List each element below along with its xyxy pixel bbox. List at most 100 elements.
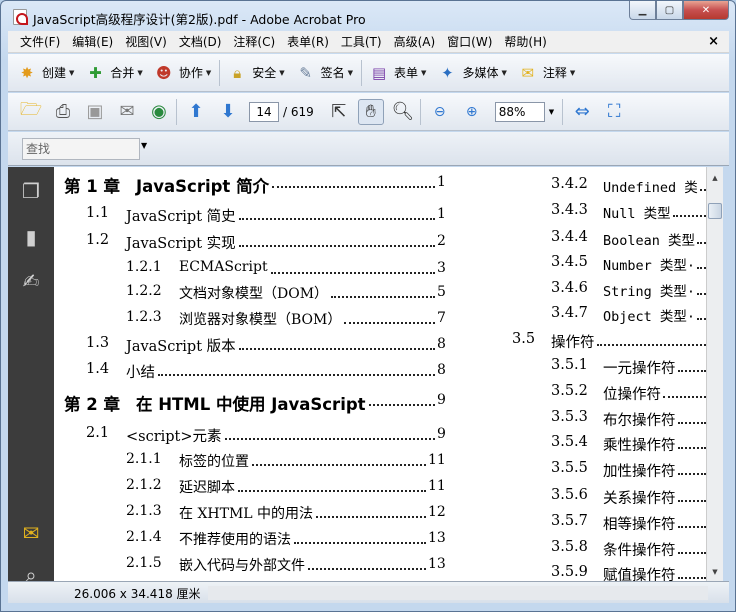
- toc-entry-number: 3.5.8: [551, 539, 588, 555]
- toc-entry-title[interactable]: 不推荐使用的语法: [179, 529, 291, 549]
- previous-page-icon[interactable]: ⬆: [183, 99, 209, 125]
- scroll-down-icon[interactable]: ▼: [707, 563, 723, 580]
- window-title: JavaScript高级程序设计(第2版).pdf - Adobe Acroba…: [33, 12, 366, 27]
- sign-button[interactable]: ✎ 签名 ▼: [295, 62, 353, 84]
- zoom-in-icon[interactable]: ⊕: [459, 99, 485, 125]
- toc-entry-title[interactable]: 相等操作符: [603, 513, 676, 534]
- horizontal-scrollbar[interactable]: [208, 586, 708, 600]
- toc-entry-title[interactable]: 赋值操作符: [603, 564, 676, 581]
- menu-view[interactable]: 视图(V): [119, 33, 173, 50]
- share-globe-icon[interactable]: ◉: [146, 99, 172, 125]
- toc-entry-title[interactable]: 文档对象模型（DOM）: [179, 283, 328, 303]
- toc-entry-title[interactable]: 小结: [126, 361, 155, 382]
- zoom-dropdown-icon[interactable]: ▼: [549, 108, 554, 116]
- toc-entry-page: 8: [437, 362, 446, 378]
- toc-entry-title[interactable]: 关系操作符: [603, 487, 676, 508]
- toc-entry-number: 3.5.5: [551, 460, 588, 476]
- signatures-icon[interactable]: ✍: [19, 269, 43, 293]
- toc-entry-title[interactable]: 操作符: [551, 331, 595, 352]
- toc-leader-dots: [678, 473, 706, 475]
- fit-width-icon[interactable]: ⇔: [569, 99, 595, 125]
- toc-entry-title[interactable]: Boolean 类型: [603, 229, 695, 249]
- email-icon[interactable]: ✉: [114, 99, 140, 125]
- toc-leader-dots: [316, 516, 426, 518]
- toc-entry-title[interactable]: 一元操作符: [603, 357, 676, 378]
- toc-entry-title[interactable]: 加性操作符: [603, 460, 676, 481]
- multimedia-button[interactable]: ✦ 多媒体 ▼: [436, 62, 507, 84]
- scroll-up-icon[interactable]: ▲: [707, 169, 723, 186]
- pages-icon[interactable]: ❐: [19, 179, 43, 203]
- collaborate-button[interactable]: ☻ 协作 ▼: [153, 62, 211, 84]
- toc-entry-number: 3.5.3: [551, 409, 588, 425]
- menu-edit[interactable]: 编辑(E): [66, 33, 119, 50]
- toc-entry-title[interactable]: Null 类型: [603, 202, 671, 222]
- menu-window[interactable]: 窗口(W): [441, 33, 498, 50]
- vertical-scrollbar[interactable]: ▲ ▼: [706, 167, 723, 581]
- zoom-level-input[interactable]: 88%: [494, 101, 545, 122]
- toc-entry-title[interactable]: 标签的位置: [179, 451, 249, 471]
- toc-entry-title[interactable]: Object 类型·: [603, 305, 695, 325]
- navigation-pane: ❐ ▮ ✍ ✉ ⌕: [8, 167, 54, 587]
- toc-entry-title[interactable]: JavaScript 简史: [126, 205, 236, 226]
- toc-entry-title[interactable]: 在 HTML 中使用 JavaScript: [136, 391, 366, 415]
- toc-entry-title[interactable]: 在 XHTML 中的用法: [179, 503, 313, 523]
- form-icon: ▤: [371, 63, 387, 82]
- toc-entry-title[interactable]: String 类型·: [603, 280, 695, 300]
- menu-comments[interactable]: 注释(C): [227, 33, 281, 50]
- marquee-zoom-icon[interactable]: 🔍︎: [390, 99, 416, 125]
- find-dropdown-icon[interactable]: ▼: [141, 141, 147, 150]
- toc-entry-number: 2.1.4: [126, 529, 162, 545]
- toc-entry-title[interactable]: 嵌入代码与外部文件: [179, 555, 305, 575]
- forms-button[interactable]: ▤ 表单 ▼: [368, 62, 427, 84]
- fit-page-icon[interactable]: ⛶: [601, 99, 627, 125]
- toc-entry-title[interactable]: 浏览器对象模型（BOM）: [179, 309, 341, 329]
- save-icon[interactable]: ▣: [82, 99, 108, 125]
- toc-entry-title[interactable]: <script>元素: [126, 425, 222, 446]
- find-input[interactable]: 查找: [22, 138, 140, 160]
- next-page-icon[interactable]: ⬇: [215, 99, 241, 125]
- toc-leader-dots: [697, 318, 706, 320]
- toc-entry-title[interactable]: Undefined 类: [603, 176, 698, 196]
- hand-tool-icon[interactable]: ✋︎: [357, 98, 384, 125]
- menu-file[interactable]: 文件(F): [14, 33, 66, 50]
- combine-button[interactable]: ✚ 合并 ▼: [84, 62, 143, 84]
- print-icon[interactable]: ⎙: [50, 99, 76, 125]
- create-button[interactable]: ✸ 创建 ▼: [16, 62, 75, 84]
- toc-entry-number: 3.5.7: [551, 513, 588, 529]
- toc-leader-dots: [238, 490, 426, 492]
- toc-entry-title[interactable]: Number 类型·: [603, 254, 695, 274]
- toc-leader-dots: [331, 296, 435, 298]
- secure-button[interactable]: 🔒︎ 安全 ▼: [226, 62, 284, 84]
- close-document-icon[interactable]: ×: [708, 34, 719, 49]
- comment-button[interactable]: ✉ 注释 ▼: [517, 62, 576, 84]
- bookmarks-icon[interactable]: ▮: [19, 225, 43, 249]
- toc-entry-title[interactable]: 位操作符: [603, 383, 661, 404]
- menu-forms[interactable]: 表单(R): [281, 33, 335, 50]
- toc-entry-title[interactable]: ECMAScript: [179, 259, 268, 275]
- toc-entry-title[interactable]: JavaScript 实现: [126, 232, 236, 253]
- menu-document[interactable]: 文档(D): [173, 33, 228, 50]
- menu-tools[interactable]: 工具(T): [335, 33, 388, 50]
- minimize-button[interactable]: ▁: [629, 1, 656, 20]
- toc-entry-title[interactable]: JavaScript 简介: [136, 173, 269, 197]
- close-button[interactable]: ✕: [683, 1, 729, 20]
- menu-bar: 文件(F) 编辑(E) 视图(V) 文档(D) 注释(C) 表单(R) 工具(T…: [8, 31, 729, 53]
- page-number-input[interactable]: 14: [249, 101, 279, 122]
- toc-leader-dots: [158, 374, 435, 376]
- comments-panel-icon[interactable]: ✉: [19, 521, 43, 545]
- toc-entry-title[interactable]: 布尔操作符: [603, 409, 676, 430]
- toc-entry-page: 11: [428, 452, 446, 468]
- maximize-button[interactable]: ▢: [656, 1, 683, 20]
- menu-advanced[interactable]: 高级(A): [388, 33, 442, 50]
- menu-help[interactable]: 帮助(H): [498, 33, 552, 50]
- toc-entry-title[interactable]: 条件操作符: [603, 539, 676, 560]
- zoom-out-icon[interactable]: ⊖: [427, 99, 453, 125]
- scroll-thumb[interactable]: [708, 203, 722, 219]
- toc-entry-title[interactable]: 乘性操作符: [603, 434, 676, 455]
- toolbar-separator: [562, 98, 564, 125]
- select-tool-icon[interactable]: ⇱: [326, 99, 352, 125]
- open-folder-icon[interactable]: 🗁: [18, 99, 44, 125]
- toc-leader-dots: [308, 568, 426, 570]
- toc-entry-title[interactable]: JavaScript 版本: [126, 335, 236, 356]
- toc-entry-title[interactable]: 延迟脚本: [179, 477, 235, 497]
